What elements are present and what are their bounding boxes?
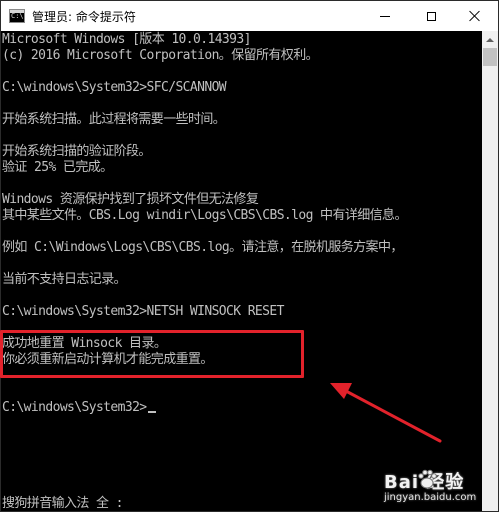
paw-icon xyxy=(418,469,437,489)
annotation-arrow xyxy=(330,383,442,443)
baidu-jingyan-watermark: Bai 经验 jingyan.baidu.com xyxy=(378,464,490,508)
watermark-url: jingyan.baidu.com xyxy=(384,492,477,503)
